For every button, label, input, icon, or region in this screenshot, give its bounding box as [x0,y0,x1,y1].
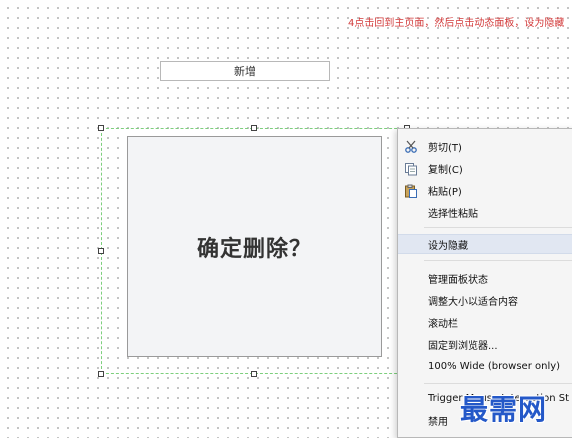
menu-item-label: 固定到浏览器... [428,340,498,352]
menu-item-label: 100% Wide (browser only) [428,360,561,372]
menu-item-cut[interactable]: 剪切(T) [398,136,572,156]
tutorial-annotation: 4点击回到主页面，然后点击动态面板，设为隐藏 [348,18,565,29]
confirm-dialog-box: 确定删除？ [127,136,382,357]
menu-item-pin-to-browser[interactable]: 固定到浏览器... [398,334,572,354]
copy-icon [404,161,418,176]
menu-separator [424,260,572,261]
resize-handle-bottom-left[interactable] [98,371,104,377]
menu-item-label: 管理面板状态 [428,274,488,286]
menu-item-scrollbars[interactable]: 滚动栏 [398,312,572,332]
menu-item-manage-panel-states[interactable]: 管理面板状态 [398,268,572,288]
resize-handle-bottom[interactable] [251,371,257,377]
menu-separator [424,227,572,228]
menu-separator [424,383,572,384]
add-button[interactable]: 新增 [160,61,330,81]
menu-item-set-hidden[interactable]: 设为隐藏 [398,234,572,254]
menu-item-label: 调整大小以适合内容 [428,296,518,308]
menu-item-label: 设为隐藏 [428,240,468,252]
menu-item-fit-to-content[interactable]: 调整大小以适合内容 [398,290,572,310]
menu-item-copy[interactable]: 复制(C) [398,158,572,178]
resize-handle-left[interactable] [98,248,104,254]
menu-item-paste[interactable]: 粘贴(P) [398,180,572,200]
confirm-delete-text: 确定删除？ [196,236,312,262]
menu-item-100-wide[interactable]: 100% Wide (browser only) [398,356,572,376]
menu-item-paste-special[interactable]: 选择性粘贴 [398,202,572,222]
menu-item-label: 选择性粘贴 [428,208,478,220]
resize-handle-top-left[interactable] [98,125,104,131]
menu-item-label: 禁用 [428,416,448,428]
paste-icon [404,183,418,198]
scissors-icon [404,139,418,153]
menu-item-label: 复制(C) [428,164,463,176]
menu-item-label: 粘贴(P) [428,186,462,198]
resize-handle-top[interactable] [251,125,257,131]
menu-item-label: 滚动栏 [428,318,458,330]
site-watermark: 最需网 [460,393,548,426]
menu-item-label: 剪切(T) [428,142,462,154]
